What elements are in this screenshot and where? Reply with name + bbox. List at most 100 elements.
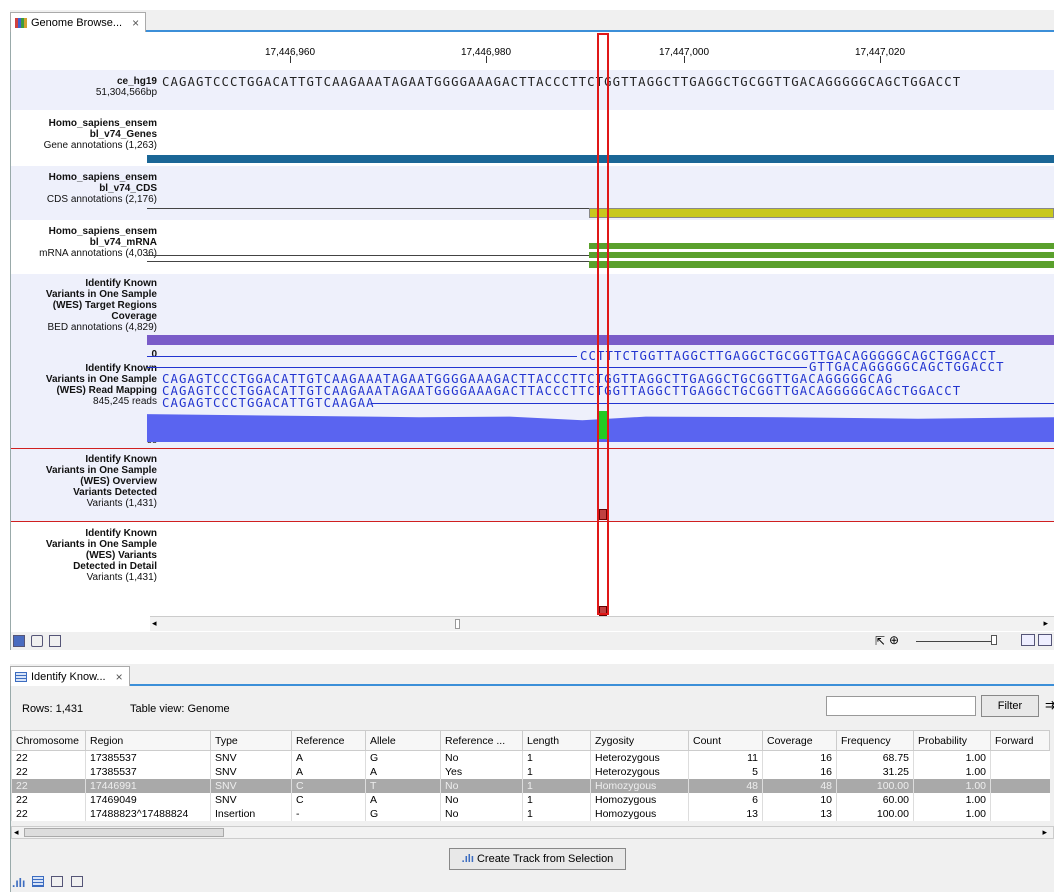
fit-selection-icon[interactable] [1038, 634, 1052, 646]
column-header-coverage[interactable]: Coverage [762, 730, 837, 751]
scroll-right-icon[interactable]: ▸ [1043, 618, 1048, 629]
close-icon[interactable]: × [116, 670, 123, 684]
reference-track[interactable]: ce_hg19 51,304,566bp CAGAGTCCCTGGACATTGT… [11, 70, 1054, 110]
table-cell: Heterozygous [590, 764, 689, 779]
table-cell: 1.00 [913, 806, 991, 821]
table-icon [15, 671, 27, 682]
scroll-right-icon[interactable]: ▸ [1042, 827, 1047, 838]
table-cell: - [291, 806, 366, 821]
scroll-thumb[interactable] [24, 828, 224, 837]
filter-options-icon[interactable]: ⇉ [1045, 698, 1054, 712]
viewer-toolbar: ⇱ ⊕ [11, 632, 1054, 650]
column-header-count[interactable]: Count [688, 730, 763, 751]
zoom-slider-handle[interactable] [991, 635, 997, 645]
table-row[interactable]: 22 17385537 SNV A A Yes 1 Heterozygous 5 16 31.25 1… [11, 764, 1050, 779]
table-icon[interactable] [32, 876, 45, 887]
filter-button[interactable]: Filter [981, 695, 1039, 717]
table-cell: 17385537 [85, 764, 211, 779]
history-icon[interactable] [70, 876, 83, 887]
bar-chart-icon[interactable]: .ılı [12, 876, 25, 890]
table-row[interactable]: 22 17446991 SNV C T No 1 Homozygous 48 48 100.00 1.… [11, 778, 1050, 793]
table-cell [990, 792, 1050, 807]
track-name: Homo_sapiens_ensem [48, 172, 157, 183]
mrna-annotation-bar[interactable] [589, 252, 1054, 258]
zoom-slider[interactable] [916, 641, 996, 642]
overview-variants-track[interactable]: Identify Known Variants in One Sample (W… [11, 449, 1054, 521]
track-subtitle: BED annotations (4,829) [47, 322, 157, 333]
table-cell: No [440, 778, 523, 793]
track-subtitle: Variants (1,431) [86, 498, 157, 509]
column-header-probability[interactable]: Probability [913, 730, 991, 751]
track-name: Variants in One Sample [45, 289, 157, 300]
column-header-zygosity[interactable]: Zygosity [590, 730, 689, 751]
column-header-chromosome[interactable]: Chromosome [11, 730, 86, 751]
horizontal-scrollbar[interactable]: ◂ ▸ [150, 616, 1054, 631]
column-header-forward[interactable]: Forward [990, 730, 1050, 751]
table-cell: T [365, 778, 441, 793]
column-header-region[interactable]: Region [85, 730, 211, 751]
filter-input[interactable] [826, 696, 976, 716]
genes-track[interactable]: Homo_sapiens_ensem bl_v74_Genes Gene ann… [11, 110, 1054, 166]
scroll-left-icon[interactable]: ◂ [14, 827, 19, 838]
table-cell: 100.00 [836, 778, 914, 793]
ruler-tick [290, 56, 291, 63]
table-tab[interactable]: Identify Know... × [10, 666, 130, 686]
scroll-left-icon[interactable]: ◂ [152, 618, 157, 629]
table-cell: 22 [11, 750, 86, 765]
table-cell: 10 [762, 792, 837, 807]
table-row[interactable]: 22 17469049 SNV C A No 1 Homozygous 6 10 60.00 1.00 [11, 792, 1050, 807]
mrna-annotation-bar[interactable] [589, 261, 1054, 268]
cds-track[interactable]: Homo_sapiens_ensem bl_v74_CDS CDS annota… [11, 166, 1054, 220]
table-cell [990, 750, 1050, 765]
settings-icon[interactable] [31, 635, 43, 647]
table-cell: 48 [762, 778, 837, 793]
track-view-icon[interactable] [13, 635, 25, 647]
column-header-allele[interactable]: Allele [365, 730, 441, 751]
pointer-icon[interactable]: ⇱ [875, 634, 885, 648]
reference-label: ce_hg19 51,304,566bp [11, 76, 157, 98]
table-cell [990, 806, 1050, 821]
table-cell: A [291, 764, 366, 779]
track-subtitle: CDS annotations (2,176) [46, 194, 157, 205]
table-row[interactable]: 22 17488823^17488824 Insertion - G No 1 Homozyg… [11, 806, 1050, 821]
table-row[interactable]: 22 17385537 SNV A G No 1 Heterozygous 11 16 68.75 1… [11, 750, 1050, 765]
table-cell [990, 764, 1050, 779]
table-cell: A [365, 792, 441, 807]
mrna-intron-line [147, 255, 589, 256]
read-line [147, 356, 577, 357]
detail-variants-track[interactable]: Identify Known Variants in One Sample (W… [11, 522, 1054, 616]
table-toolbar: .ılı [12, 876, 83, 890]
table-cell: Yes [440, 764, 523, 779]
tab-title: Genome Browse... [31, 16, 123, 29]
table-cell: Insertion [210, 806, 292, 821]
close-icon[interactable]: × [132, 16, 139, 30]
scroll-thumb[interactable] [455, 619, 460, 629]
genes-track-label: Homo_sapiens_ensem bl_v74_Genes Gene ann… [11, 118, 157, 151]
zoom-icon[interactable]: ⊕ [889, 633, 899, 647]
table-cell: 5 [688, 764, 763, 779]
table-tab-bar: Identify Know... × [10, 664, 1054, 686]
mrna-track[interactable]: Homo_sapiens_ensem bl_v74_mRNA mRNA anno… [11, 220, 1054, 274]
selected-position-box[interactable] [597, 33, 609, 615]
settings-icon[interactable] [51, 876, 64, 887]
track-name: (WES) Read Mapping [56, 385, 157, 396]
create-track-button[interactable]: .ılı Create Track from Selection [449, 848, 626, 870]
read-mapping-track[interactable]: 0 Identify Known Variants in One Sample … [11, 346, 1054, 448]
table-horizontal-scrollbar[interactable]: ◂ ▸ [11, 826, 1054, 839]
fit-width-icon[interactable] [1021, 634, 1035, 646]
table-cell: 48 [688, 778, 763, 793]
column-header-frequency[interactable]: Frequency [836, 730, 914, 751]
history-icon[interactable] [49, 635, 61, 647]
column-header-type[interactable]: Type [210, 730, 292, 751]
ruler-tick [486, 56, 487, 63]
genome-browser-tab[interactable]: Genome Browse... × [10, 12, 147, 32]
editor-tab-bar: Genome Browse... × [10, 10, 1054, 32]
bar-chart-icon: .ılı [461, 853, 474, 865]
target-regions-track[interactable]: Identify Known Variants in One Sample (W… [11, 274, 1054, 346]
column-header-length[interactable]: Length [522, 730, 591, 751]
cds-annotation-bar[interactable] [589, 208, 1054, 218]
column-header-reference[interactable]: Reference [291, 730, 366, 751]
column-header-reference-allele[interactable]: Reference ... [440, 730, 523, 751]
mrna-annotation-bar[interactable] [589, 243, 1054, 249]
table-cell: 22 [11, 764, 86, 779]
